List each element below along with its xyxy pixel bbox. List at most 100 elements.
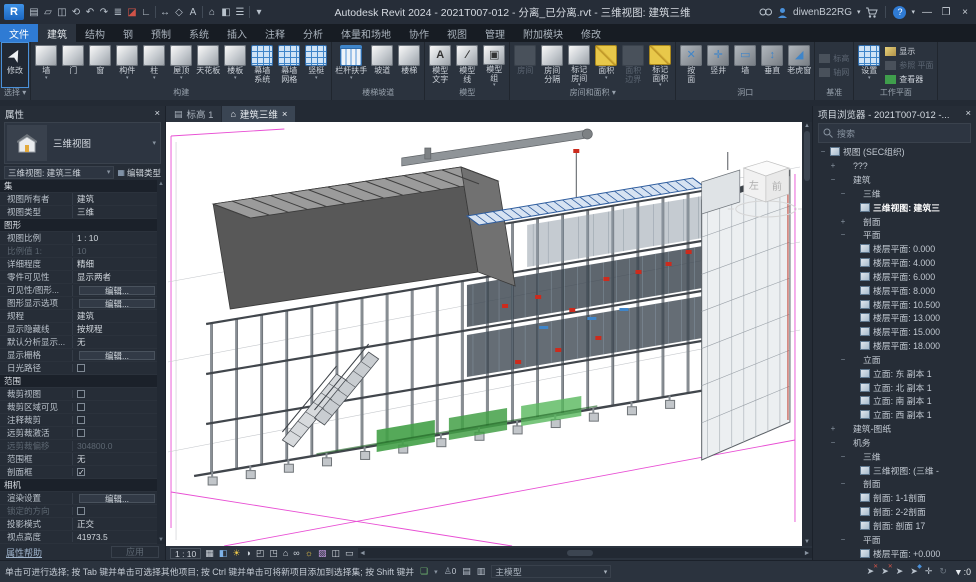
apply-button[interactable]: 应用 <box>111 546 159 558</box>
active-workset[interactable]: 主模型▾ <box>491 565 611 578</box>
property-row[interactable]: 注释裁剪 <box>0 414 157 427</box>
transfer-icon[interactable]: ◪ <box>125 4 139 20</box>
tree-item[interactable]: −平面 <box>815 532 976 546</box>
model-line-button[interactable]: ∕模型 线 <box>454 43 480 87</box>
property-row[interactable]: 裁剪区域可见 <box>0 401 157 414</box>
tab-视图[interactable]: 视图 <box>438 24 476 42</box>
tree-item[interactable]: 剖面: 剖面 17 <box>815 518 976 532</box>
properties-scrollbar[interactable]: ▲▼ <box>157 180 165 544</box>
dormer-opening-button[interactable]: ◢老虎窗 <box>786 43 812 87</box>
drag-elements-toggle[interactable]: ✛ <box>925 566 933 577</box>
tab-系统[interactable]: 系统 <box>180 24 218 42</box>
edit-button[interactable]: 编辑... <box>79 286 155 295</box>
tree-item[interactable]: 三维视图: (三维 - <box>815 463 976 477</box>
browser-search[interactable]: 搜索 <box>818 123 971 143</box>
reveal-hidden-icon[interactable]: ☼ <box>305 547 313 559</box>
redo-icon[interactable]: ↷ <box>97 4 111 20</box>
tree-item[interactable]: 立面: 西 副本 1 <box>815 408 976 422</box>
opening-by-face-button[interactable]: ✕按 面 <box>678 43 704 87</box>
select-underlay-toggle[interactable]: ➤✕ <box>881 566 889 577</box>
text-icon[interactable]: A <box>186 4 200 20</box>
railing-button[interactable]: 栏杆扶手▾ <box>334 43 368 87</box>
qat-customize-icon[interactable]: ▾ <box>252 4 266 20</box>
status-caret-icon[interactable]: ▾ <box>434 568 438 576</box>
shadows-icon[interactable]: ◑ <box>245 547 250 559</box>
property-row[interactable]: 范围框无 <box>0 453 157 466</box>
scroll-right-icon[interactable]: ► <box>802 550 812 557</box>
tab-附加模块[interactable]: 附加模块 <box>514 24 572 42</box>
show-workplane-button[interactable]: 显示 <box>885 46 933 57</box>
isolate-icon[interactable]: ∞ <box>293 547 299 559</box>
checkbox[interactable] <box>77 429 85 437</box>
close-button[interactable]: × <box>958 7 972 18</box>
locked-3d-icon[interactable]: ⌂ <box>283 547 288 559</box>
tree-item[interactable]: −平面 <box>815 228 976 242</box>
view-scale-button[interactable]: 1 : 10 <box>170 548 201 559</box>
tree-item[interactable]: 楼层平面: 13.000 <box>815 311 976 325</box>
thin-lines-icon[interactable]: ☰ <box>233 4 247 20</box>
curtain-system-button[interactable]: 幕墙 系统 <box>249 43 275 87</box>
property-row[interactable]: 显示栅格编辑... <box>0 349 157 362</box>
property-row[interactable]: 默认分析显示...无 <box>0 336 157 349</box>
property-row[interactable]: 视图类型三维 <box>0 206 157 219</box>
window-button[interactable]: 窗 <box>87 43 113 87</box>
tab-结构[interactable]: 结构 <box>76 24 114 42</box>
door-button[interactable]: 门 <box>60 43 86 87</box>
minimize-button[interactable]: — <box>920 7 934 18</box>
search-icon[interactable] <box>759 7 772 18</box>
tab-协作[interactable]: 协作 <box>400 24 438 42</box>
undo-icon[interactable]: ↶ <box>83 4 97 20</box>
tab-建筑[interactable]: 建筑 <box>38 24 76 42</box>
scroll-down-icon[interactable]: ▼ <box>804 539 810 545</box>
area-button[interactable]: 面积▾ <box>593 43 619 87</box>
tree-item[interactable]: 三维视图: 建筑三 <box>815 200 976 214</box>
tab-文件[interactable]: 文件 <box>0 24 38 42</box>
worksets-icon[interactable]: ▤ <box>462 566 471 577</box>
type-selector[interactable]: 三维视图 ▾ <box>4 122 161 164</box>
tab-插入[interactable]: 插入 <box>218 24 256 42</box>
file-tabs-icon[interactable]: ▤ <box>27 4 41 20</box>
checkbox[interactable] <box>77 416 85 424</box>
property-row[interactable]: 可见性/图形...编辑... <box>0 284 157 297</box>
print-icon[interactable]: ≣ <box>111 4 125 20</box>
reference-plane-button[interactable]: 参照 平面 <box>885 60 933 71</box>
properties-help-link[interactable]: 属性帮助 <box>6 546 42 559</box>
drawing-canvas[interactable]: 左 前 <box>166 122 802 546</box>
property-row[interactable]: 锁定的方向 <box>0 505 157 518</box>
revit-logo-icon[interactable]: R <box>4 4 24 20</box>
tag-room-button[interactable]: 标记 房间▾ <box>566 43 592 87</box>
property-row[interactable]: 详细程度精细 <box>0 258 157 271</box>
horizontal-scrollbar[interactable]: ◄ ► <box>358 548 812 558</box>
select-by-face-toggle[interactable]: ➤◆ <box>910 566 918 577</box>
tree-item[interactable]: 楼层平面: 0.000 <box>815 242 976 256</box>
scroll-up-icon[interactable]: ▲ <box>804 123 810 129</box>
sync-icon[interactable]: ⟲ <box>69 4 83 20</box>
property-row[interactable]: 日光路径 <box>0 362 157 375</box>
property-row[interactable]: 视图所有者建筑 <box>0 193 157 206</box>
property-row[interactable]: 剖面框✓ <box>0 466 157 479</box>
cart-icon[interactable] <box>865 7 878 18</box>
scroll-thumb[interactable] <box>804 131 810 181</box>
tree-item[interactable]: 楼层平面: +0.000 <box>815 546 976 560</box>
property-row[interactable]: 投影模式正交 <box>0 518 157 531</box>
checkbox[interactable] <box>77 364 85 372</box>
floor-button[interactable]: 楼板▾ <box>222 43 248 87</box>
scroll-left-icon[interactable]: ◄ <box>358 550 368 557</box>
tree-item[interactable]: 楼层平面: 10.500 <box>815 297 976 311</box>
grid-button[interactable]: 轴网 <box>819 67 849 78</box>
edit-button[interactable]: 编辑... <box>79 494 155 503</box>
select-links-toggle[interactable]: ➤✕ <box>867 566 875 577</box>
open-icon[interactable]: ▱ <box>41 4 55 20</box>
edit-button[interactable]: 编辑... <box>79 351 155 360</box>
tree-item[interactable]: 楼层平面: 15.000 <box>815 325 976 339</box>
user-icon[interactable] <box>777 7 788 18</box>
vertical-scrollbar[interactable]: ▲ ▼ <box>802 122 812 546</box>
curtain-grid-button[interactable]: 幕墙 网格 <box>276 43 302 87</box>
tree-item[interactable]: 楼层平面: 6.000 <box>815 269 976 283</box>
wall-opening-button[interactable]: ▭墙 <box>732 43 758 87</box>
default-3d-view-icon[interactable]: ⌂ <box>205 4 219 20</box>
tab-管理[interactable]: 管理 <box>476 24 514 42</box>
tree-item[interactable]: 立面: 南 副本 1 <box>815 394 976 408</box>
tree-item[interactable]: −剖面 <box>815 477 976 491</box>
checkbox[interactable] <box>77 403 85 411</box>
